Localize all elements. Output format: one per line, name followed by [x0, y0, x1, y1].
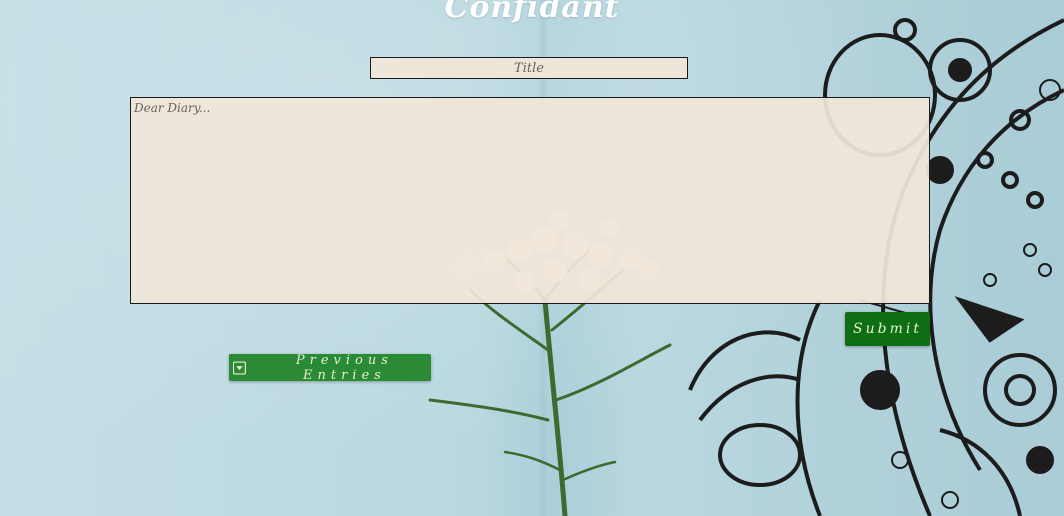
- entry-title-input[interactable]: [370, 57, 688, 79]
- submit-button-label: Submit: [853, 321, 922, 337]
- app-title: Confidant: [444, 0, 620, 25]
- caret-down-box-icon: [233, 360, 246, 375]
- submit-button[interactable]: Submit: [845, 312, 930, 346]
- previous-entries-button[interactable]: Previous Entries: [229, 352, 431, 383]
- diary-entry-textarea[interactable]: [130, 97, 930, 304]
- previous-entries-label: Previous Entries: [295, 352, 393, 383]
